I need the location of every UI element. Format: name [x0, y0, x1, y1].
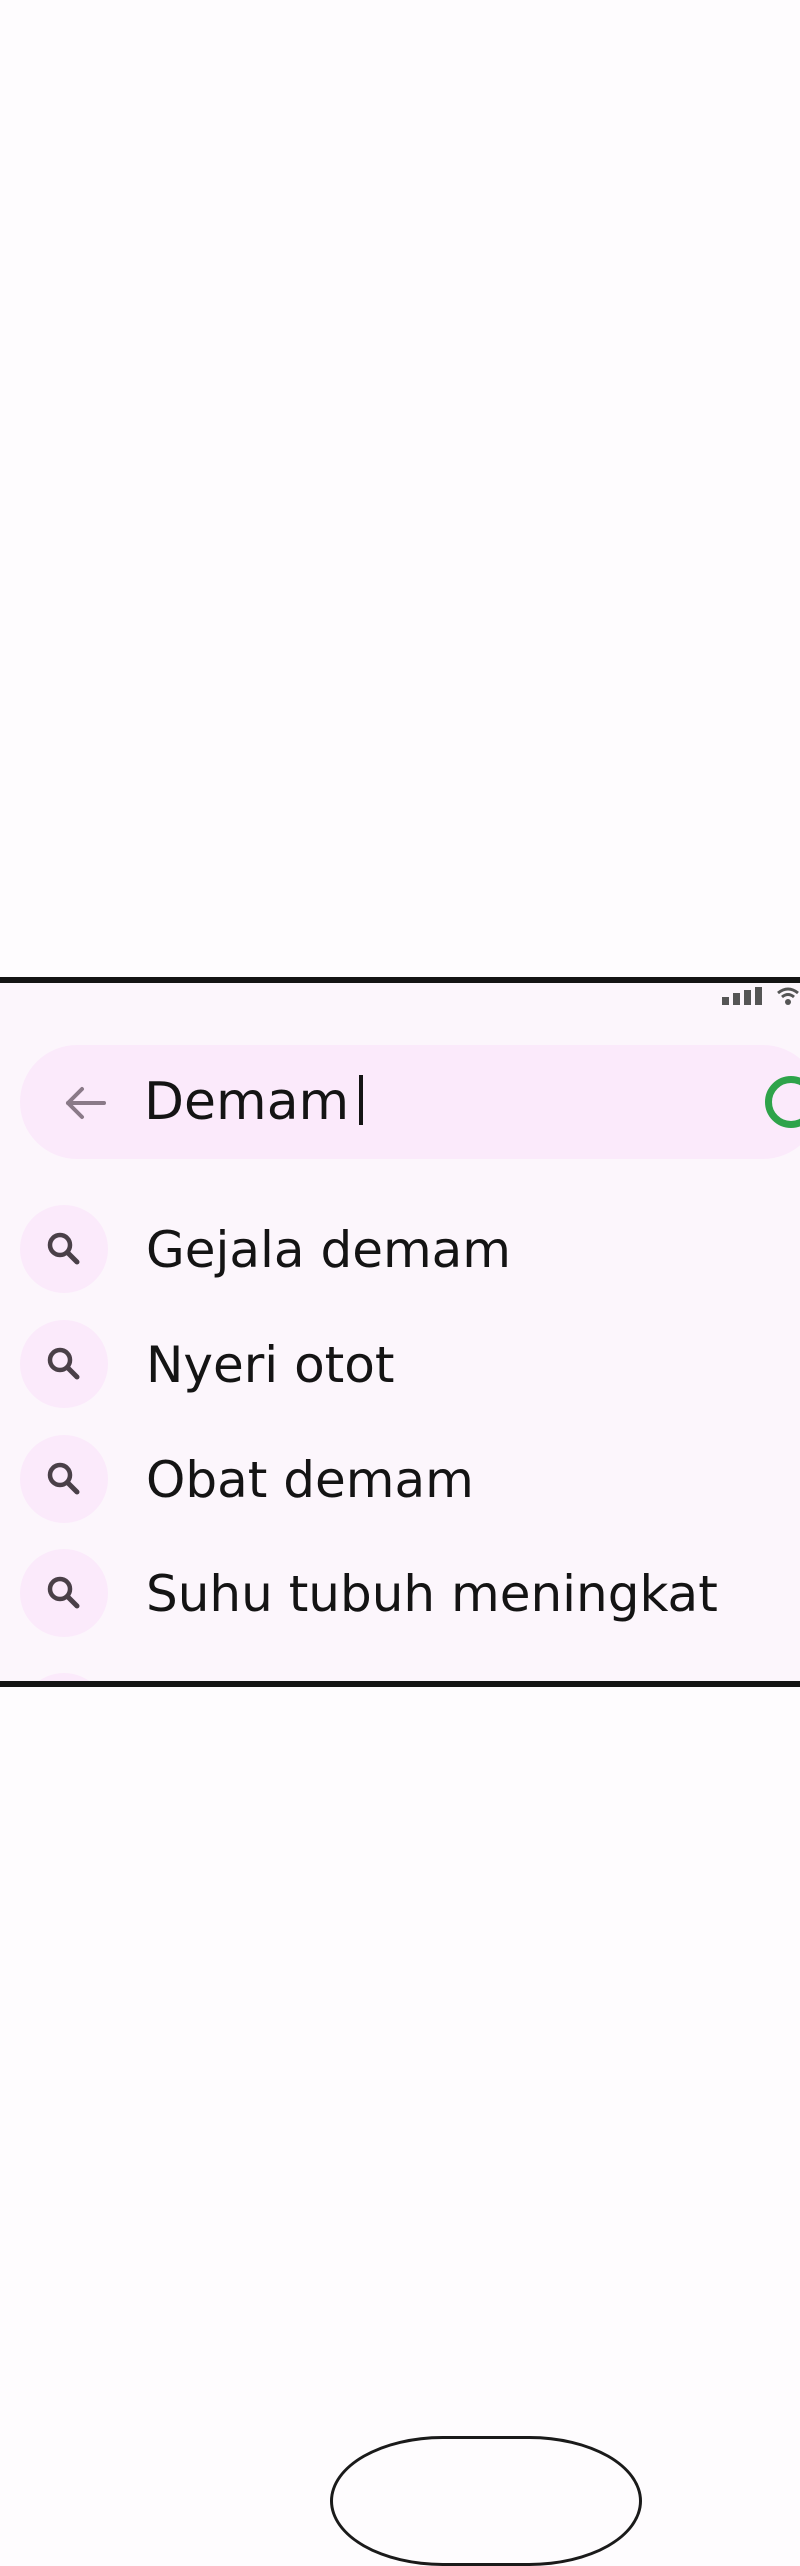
search-icon — [20, 1320, 108, 1408]
status-bar — [722, 985, 800, 1005]
suggestion-item[interactable]: Gejala demam — [20, 1205, 780, 1295]
search-input[interactable]: Demam — [144, 1065, 744, 1139]
suggestion-item-partial[interactable] — [20, 1673, 108, 1681]
home-indicator[interactable] — [330, 2436, 642, 2566]
search-icon — [20, 1549, 108, 1637]
wifi-icon — [777, 987, 799, 1005]
suggestion-item[interactable]: Obat demam — [20, 1435, 780, 1525]
search-bar[interactable]: Demam — [20, 1045, 800, 1159]
search-query-text: Demam — [144, 1072, 350, 1132]
search-screen: Demam Gejala demam Nyeri otot Obat demam… — [0, 977, 800, 1687]
text-caret — [359, 1075, 364, 1125]
suggestion-label: Obat demam — [146, 1451, 474, 1509]
green-ring-icon[interactable] — [765, 1076, 800, 1128]
suggestion-label: Nyeri otot — [146, 1336, 395, 1394]
search-icon — [20, 1205, 108, 1293]
arrow-left-icon[interactable] — [60, 1078, 110, 1128]
suggestion-label: Gejala demam — [146, 1221, 512, 1279]
signal-icon — [722, 987, 762, 1005]
suggestion-item[interactable]: Nyeri otot — [20, 1320, 780, 1410]
suggestion-item[interactable]: Suhu tubuh meningkat — [20, 1549, 780, 1639]
suggestion-label: Suhu tubuh meningkat — [146, 1565, 718, 1623]
search-icon — [20, 1435, 108, 1523]
